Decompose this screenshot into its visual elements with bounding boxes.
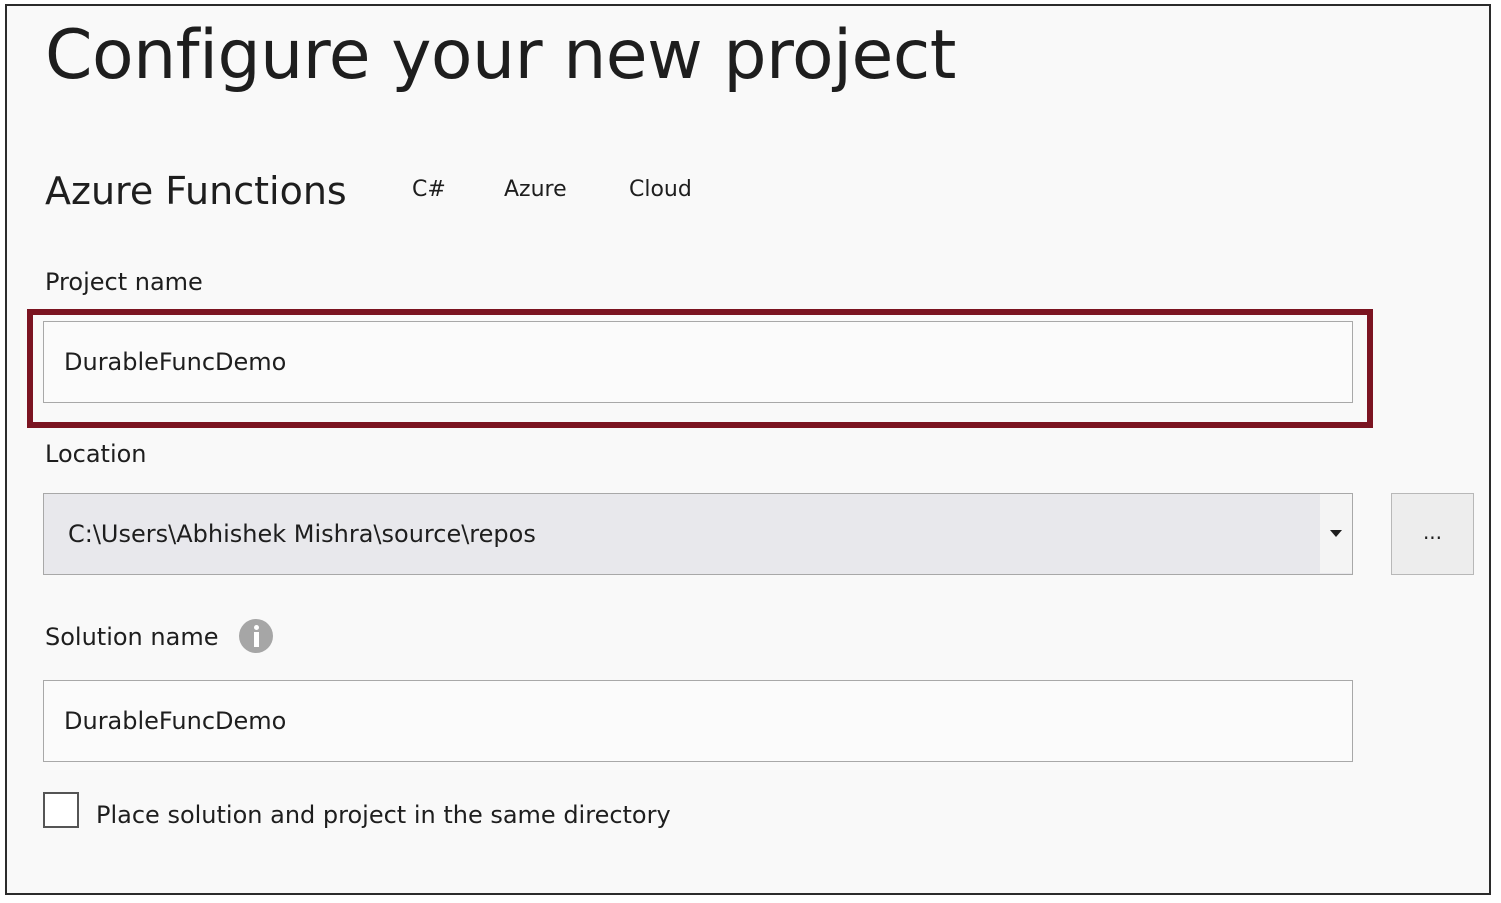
same-directory-label[interactable]: Place solution and project in the same d… <box>96 798 671 832</box>
location-value: C:\Users\Abhishek Mishra\source\repos <box>68 520 536 548</box>
tag-language: C# <box>412 177 446 202</box>
project-name-label: Project name <box>45 268 203 296</box>
location-combobox[interactable]: C:\Users\Abhishek Mishra\source\repos <box>43 493 1353 575</box>
tag-project-type: Cloud <box>629 177 692 202</box>
solution-name-input[interactable]: DurableFuncDemo <box>43 680 1353 762</box>
info-icon[interactable] <box>239 619 273 653</box>
same-directory-checkbox[interactable] <box>43 792 79 828</box>
template-name: Azure Functions <box>45 169 347 213</box>
page-title: Configure your new project <box>45 16 956 95</box>
location-label: Location <box>45 440 147 468</box>
configure-project-dialog: Configure your new project Azure Functio… <box>5 4 1491 895</box>
project-name-highlight <box>27 309 1373 428</box>
browse-location-button[interactable]: ... <box>1391 493 1474 575</box>
chevron-down-icon[interactable] <box>1320 494 1352 573</box>
solution-name-label: Solution name <box>45 623 219 651</box>
tag-platform: Azure <box>504 177 567 202</box>
